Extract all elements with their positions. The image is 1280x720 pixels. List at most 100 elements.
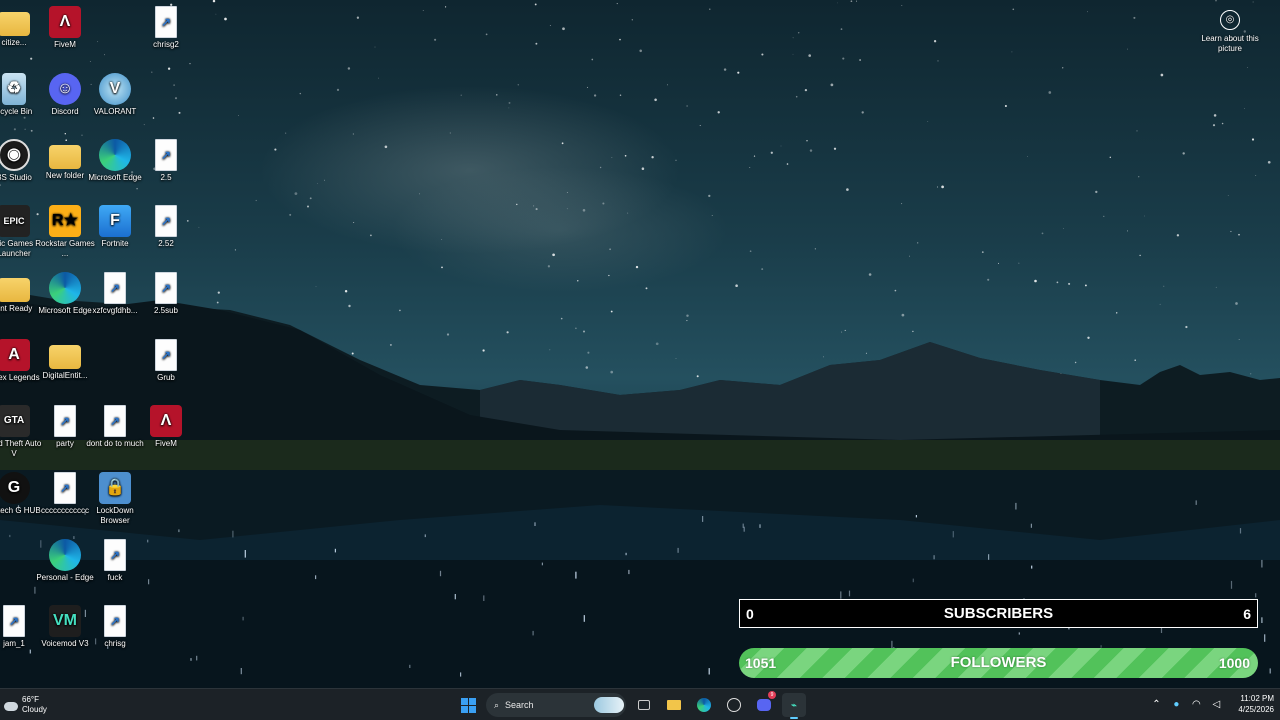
star [593,94,597,97]
search-label: Search [505,700,534,710]
star [434,38,437,41]
wifi-icon[interactable]: ◠ [1190,699,1202,710]
desktop-icon[interactable]: Λ FiveM [136,405,196,449]
obs-taskbar-button[interactable] [722,693,746,717]
speaker-icon[interactable]: ◁ [1210,699,1222,710]
star-reflection [1030,523,1032,528]
star [1182,152,1185,155]
desktop-icon-label: 2.5sub [153,306,179,315]
star [575,327,577,330]
learn-about-picture[interactable]: ◎ Learn about this picture [1200,10,1260,54]
microphone-icon[interactable]: ● [1170,699,1182,710]
star-reflection [534,522,536,526]
weather-widget[interactable]: 66°F Cloudy [4,695,47,715]
star [1176,234,1180,237]
star [686,105,688,107]
star [336,88,340,92]
star [212,0,216,3]
star [446,333,450,336]
clock[interactable]: 11:02 PM 4/25/2026 [1238,693,1274,715]
star [901,5,903,7]
followers-goal-bar: 1051 FOLLOWERS 1000 [739,648,1258,678]
fortnite-icon: F [99,205,131,237]
shortcut-file-icon: ↗ [155,339,177,371]
desktop-icon[interactable]: DigitalEntit... [35,339,95,381]
chevron-up-icon[interactable]: ⌃ [1150,699,1162,710]
star-reflection [759,524,761,528]
star-reflection [891,640,893,648]
star [370,234,372,237]
star [865,352,867,354]
star [104,54,106,56]
folder-icon [0,278,30,302]
star [654,98,657,102]
star [941,185,944,189]
desktop-icon[interactable]: ↗ chrisg2 [136,6,196,50]
star [215,13,217,15]
folder-icon [0,12,30,36]
desktop-icon[interactable]: ↗ fuck [85,539,145,583]
star [1247,67,1248,68]
star [859,59,862,61]
star [809,149,813,152]
star [792,37,794,39]
desktop-icon-label: 2.52 [158,239,174,248]
desktop-icon[interactable]: Λ FiveM [35,6,95,50]
followers-goal: 1000 [1218,655,1250,671]
star [1227,195,1229,196]
star-reflection [232,530,234,538]
edge-taskbar-button[interactable] [692,693,716,717]
star [1027,156,1028,157]
star [136,187,138,190]
star [708,194,711,198]
desktop-icon[interactable]: ↗ chrisg [85,605,145,649]
star [616,3,618,5]
desktop-icon[interactable]: ↗ Grub [136,339,196,383]
star [97,41,99,43]
followers-label: FOLLOWERS [950,654,1047,671]
edge-icon [99,139,131,171]
desktop-icon-label: Grub [157,373,175,382]
discord-taskbar-button[interactable]: 9 [752,691,776,717]
desktop-icon[interactable]: ↗ 2.5sub [136,272,196,316]
star [1011,51,1013,53]
star [1056,281,1059,284]
star [1087,336,1090,339]
desktop-icon[interactable]: 🔒 LockDown Browser [85,472,145,526]
star [981,251,984,253]
desktop-icon-label: LockDown Browser [96,506,134,525]
star [30,129,33,132]
desktop-icon[interactable]: V VALORANT [85,73,145,117]
file-explorer-button[interactable] [662,693,686,717]
search-icon: ⌕ [494,699,500,710]
star [675,159,677,161]
star-reflection [1261,617,1263,623]
star-reflection [532,630,534,636]
shortcut-file-icon: ↗ [155,205,177,237]
star [840,28,843,30]
cloud-icon [4,701,18,711]
start-button[interactable] [456,693,480,717]
star-reflection [583,615,585,622]
taskbar-search[interactable]: ⌕ Search [486,693,626,717]
desktop-icon[interactable]: ↗ 2.5 [136,139,196,183]
star-reflection [334,548,336,553]
star [13,128,16,131]
star-reflection [240,668,242,675]
star [353,222,355,223]
star [749,167,751,169]
star [419,193,420,195]
task-view-button[interactable] [632,693,656,717]
clock-date: 4/25/2026 [1238,705,1274,714]
star [324,179,325,181]
voicemod-taskbar-button[interactable]: ⌁ [782,693,806,719]
star-reflection [628,569,630,575]
star [797,32,800,34]
star [1084,284,1087,287]
fivem-icon: Λ [150,405,182,437]
star [830,83,834,87]
desktop-icon[interactable]: ↗ 2.52 [136,205,196,249]
windows-logo-icon [460,697,476,713]
star [641,167,645,170]
star [547,265,551,268]
